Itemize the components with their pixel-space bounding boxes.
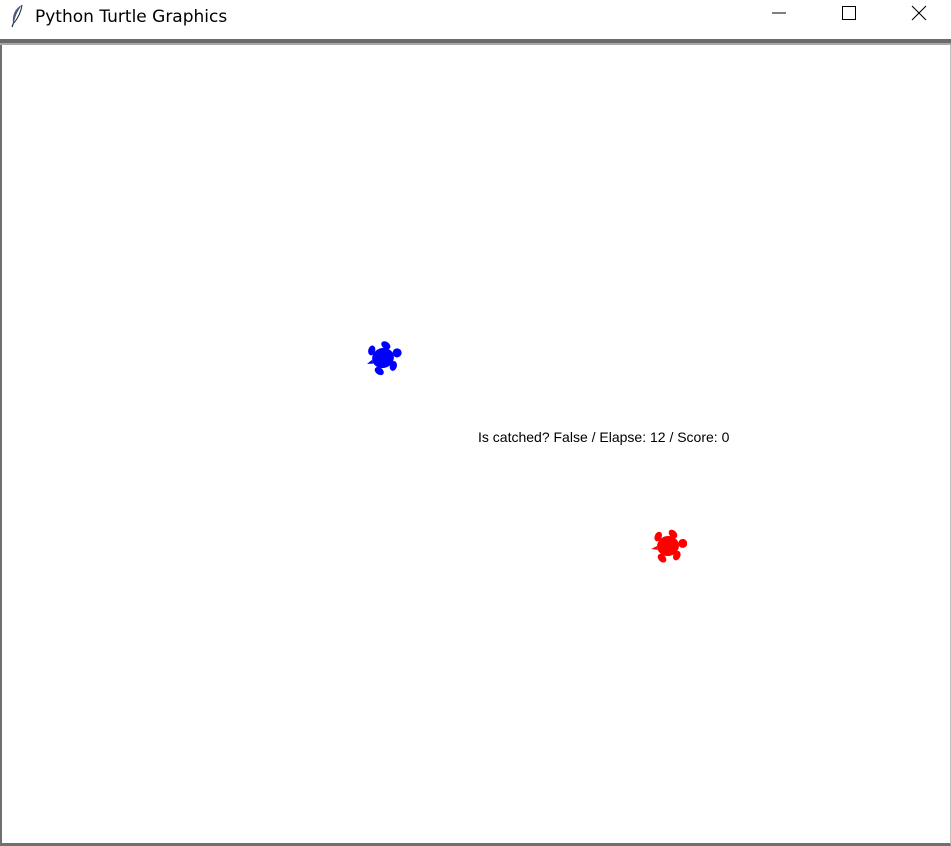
maximize-icon bbox=[841, 5, 857, 26]
runner-turtle bbox=[649, 526, 688, 566]
title-bar[interactable]: Python Turtle Graphics bbox=[0, 0, 951, 38]
close-button[interactable] bbox=[896, 0, 942, 30]
turtle-shape-icon bbox=[651, 529, 688, 563]
turtle-window: Python Turtle Graphics Is catched? False… bbox=[0, 0, 951, 846]
window-title: Python Turtle Graphics bbox=[35, 7, 228, 27]
feather-icon bbox=[9, 4, 25, 28]
minimize-icon bbox=[771, 5, 787, 26]
status-text: Is catched? False / Elapse: 12 / Score: … bbox=[478, 429, 730, 445]
close-icon bbox=[911, 5, 927, 26]
turtle-shape-icon bbox=[367, 341, 402, 376]
minimize-button[interactable] bbox=[756, 0, 802, 30]
maximize-button[interactable] bbox=[826, 0, 872, 30]
chaser-turtle bbox=[364, 338, 402, 378]
turtle-canvas[interactable]: Is catched? False / Elapse: 12 / Score: … bbox=[0, 45, 951, 846]
